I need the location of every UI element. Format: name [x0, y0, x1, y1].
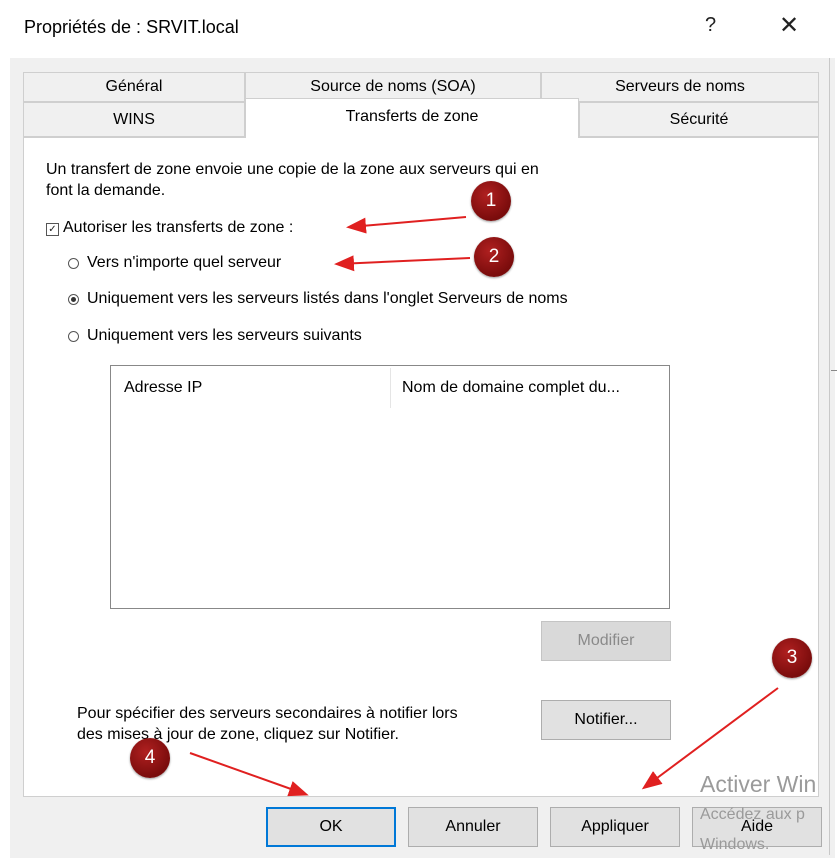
annotation-marker-4: 4 [130, 738, 170, 778]
annotation-marker-3: 3 [772, 638, 812, 678]
tab-zone-transfers[interactable]: Transferts de zone [245, 98, 579, 138]
annotation-marker-1: 1 [471, 181, 511, 221]
arrow-3 [641, 687, 779, 790]
annotation-marker-2: 2 [474, 237, 514, 277]
arrow-2 [334, 255, 471, 272]
arrow-1 [346, 216, 467, 234]
arrow-4 [189, 752, 309, 797]
